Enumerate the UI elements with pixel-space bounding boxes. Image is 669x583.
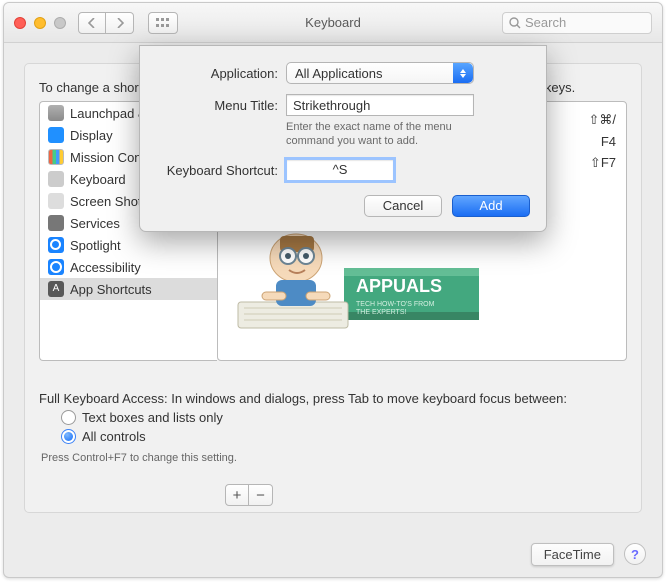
sidebar-item-label: Screen Shots bbox=[70, 194, 148, 209]
radio-label: All controls bbox=[82, 429, 146, 444]
access-heading: Full Keyboard Access: In windows and dia… bbox=[39, 391, 627, 406]
close-icon[interactable] bbox=[14, 17, 26, 29]
sidebar-item-label: Keyboard bbox=[70, 172, 126, 187]
zoom-icon[interactable] bbox=[54, 17, 66, 29]
titlebar: Keyboard Search bbox=[4, 3, 662, 43]
mission-control-icon bbox=[48, 149, 64, 165]
accessibility-icon bbox=[48, 259, 64, 275]
svg-text:TECH HOW-TO'S FROM: TECH HOW-TO'S FROM bbox=[356, 301, 435, 308]
sidebar-item-spotlight[interactable]: Spotlight bbox=[40, 234, 217, 256]
chevron-right-icon bbox=[116, 18, 124, 28]
shortcut-keys-list: ⇧⌘/ F4 ⇧F7 bbox=[588, 112, 616, 171]
services-icon bbox=[48, 215, 64, 231]
radio-icon bbox=[61, 410, 76, 425]
bottom-bar: FaceTime ? bbox=[4, 531, 662, 577]
application-label: Application: bbox=[156, 62, 286, 81]
sidebar-item-label: Services bbox=[70, 216, 120, 231]
app-shortcuts-icon bbox=[48, 281, 64, 297]
keyboard-icon bbox=[48, 171, 64, 187]
search-input[interactable]: Search bbox=[502, 12, 652, 34]
shortcut-key: ⇧⌘/ bbox=[588, 112, 616, 128]
shortcut-label: Keyboard Shortcut: bbox=[156, 159, 286, 178]
preferences-window: Keyboard Search To change a shortcut, se… bbox=[3, 2, 663, 578]
forward-button[interactable] bbox=[106, 12, 134, 34]
search-placeholder: Search bbox=[525, 15, 566, 30]
sidebar-item-label: Accessibility bbox=[70, 260, 141, 275]
menu-title-field[interactable] bbox=[286, 94, 474, 116]
sidebar-item-accessibility[interactable]: Accessibility bbox=[40, 256, 217, 278]
application-popup[interactable]: All Applications bbox=[286, 62, 474, 84]
radio-icon bbox=[61, 429, 76, 444]
show-all-button[interactable] bbox=[148, 12, 178, 34]
shortcut-key: F4 bbox=[588, 134, 616, 149]
popup-arrows-icon bbox=[453, 63, 473, 83]
nav-back-forward bbox=[78, 12, 134, 34]
sidebar-item-label: Spotlight bbox=[70, 238, 121, 253]
radio-text-boxes[interactable]: Text boxes and lists only bbox=[61, 410, 627, 425]
radio-label: Text boxes and lists only bbox=[82, 410, 223, 425]
menu-title-label: Menu Title: bbox=[156, 94, 286, 113]
grid-icon bbox=[156, 18, 170, 28]
sidebar-item-app-shortcuts[interactable]: App Shortcuts bbox=[40, 278, 217, 300]
sidebar-item-label: App Shortcuts bbox=[70, 282, 152, 297]
add-shortcut-sheet: Application: All Applications Menu Title… bbox=[139, 45, 547, 232]
chevron-left-icon bbox=[88, 18, 96, 28]
shortcut-key: ⇧F7 bbox=[588, 155, 616, 171]
add-remove-buttons: + − bbox=[225, 484, 273, 506]
radio-all-controls[interactable]: All controls bbox=[61, 429, 627, 444]
full-keyboard-access: Full Keyboard Access: In windows and dia… bbox=[39, 391, 627, 464]
window-controls bbox=[14, 17, 66, 29]
display-icon bbox=[48, 127, 64, 143]
spotlight-icon bbox=[48, 237, 64, 253]
application-value: All Applications bbox=[287, 66, 390, 81]
back-button[interactable] bbox=[78, 12, 106, 34]
svg-text:APPUALS: APPUALS bbox=[356, 276, 442, 296]
cancel-button[interactable]: Cancel bbox=[364, 195, 442, 217]
shortcut-field[interactable] bbox=[286, 159, 394, 181]
access-hint: Press Control+F7 to change this setting. bbox=[41, 452, 627, 464]
add-button[interactable]: Add bbox=[452, 195, 530, 217]
search-icon bbox=[509, 17, 521, 29]
minimize-icon[interactable] bbox=[34, 17, 46, 29]
help-button[interactable]: ? bbox=[624, 543, 646, 565]
sidebar-item-label: Display bbox=[70, 128, 113, 143]
facetime-chip[interactable]: FaceTime bbox=[531, 543, 614, 566]
screenshot-icon bbox=[48, 193, 64, 209]
launchpad-icon bbox=[48, 105, 64, 121]
remove-shortcut-button[interactable]: − bbox=[249, 484, 273, 506]
add-shortcut-button[interactable]: + bbox=[225, 484, 249, 506]
menu-title-hint: Enter the exact name of the menu command… bbox=[286, 120, 496, 149]
svg-text:THE EXPERTS!: THE EXPERTS! bbox=[356, 309, 406, 316]
